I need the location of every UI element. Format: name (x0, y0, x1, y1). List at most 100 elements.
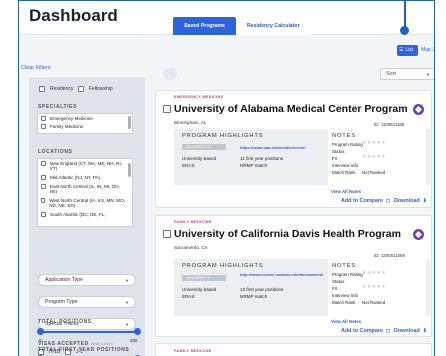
residency-checkbox[interactable] (39, 86, 45, 92)
listing-badge: UNIVERSITY LISTING (182, 275, 226, 286)
chevron-down-icon: ▼ (426, 72, 430, 77)
specialty-checkbox[interactable] (41, 124, 46, 130)
locations-heading: LOCATIONS (38, 149, 73, 155)
tab-bar: Saved Programs Residency Calculator (173, 17, 311, 35)
program-rating-label: Program Rating (332, 272, 363, 277)
program-type-label: Program Type (45, 299, 78, 305)
tab-saved-programs[interactable]: Saved Programs (173, 17, 236, 35)
university-based-text: University-based (182, 156, 217, 161)
specialty-label: Emergency Medicine (50, 116, 93, 121)
program-name[interactable]: University of California Davis Health Pr… (174, 228, 401, 240)
visas-help-link[interactable]: What is this? (91, 342, 113, 346)
app-frame: Dashboard Saved Programs Residency Calcu… (18, 0, 435, 356)
download-button[interactable]: Download ⬇ (394, 328, 427, 334)
location-checkbox[interactable] (41, 212, 46, 218)
program-list-area: ☰List Map☰ Sort▼ EMERGENCY MEDICINE Univ… (155, 35, 434, 356)
add-to-compare-button[interactable]: Add to Compare ◻ (341, 198, 390, 204)
specialty-item[interactable]: Emergency Medicine (41, 116, 93, 122)
map-label: Map (421, 47, 431, 53)
match-rank-value: Not Ranked (362, 300, 386, 305)
fit-label: Fit (332, 156, 337, 161)
program-website-link[interactable]: https://www.uab.edu/medicine/em/ (240, 145, 305, 150)
tab-residency-calculator[interactable]: Residency Calculator (235, 17, 311, 35)
page-title: Dashboard (29, 6, 118, 25)
add-to-compare-button[interactable]: Add to Compare ◻ (341, 328, 390, 334)
match-rank-label: Match Rank (332, 300, 356, 305)
view-all-notes-link[interactable]: View All Notes (331, 319, 361, 324)
filter-fellowship[interactable]: Fellowship (78, 86, 113, 92)
status-label: Status (332, 279, 345, 284)
map-icon: ☰ (433, 45, 434, 56)
program-city: Birmingham, AL (174, 120, 207, 125)
view-all-notes-link[interactable]: View All Notes (331, 189, 361, 194)
interview-info-label: Interview Info (332, 293, 359, 298)
program-website-link[interactable]: http://www.ucdmc.ucdavis.edu/famcomned/ (240, 272, 323, 278)
locations-scrollbar[interactable] (128, 163, 131, 177)
fit-stars[interactable]: ★★★★★ (362, 155, 386, 160)
first-year-positions-text: 11 first year positions (240, 156, 284, 161)
first-year-positions-heading: TOTAL FIRST YEAR POSITIONS (38, 347, 130, 353)
program-highlights: PROGRAM HIGHLIGHTS UNIVERSITY LISTING ht… (174, 129, 430, 185)
total-positions-heading: TOTAL POSITIONS (38, 319, 92, 325)
location-label: South Atlantic (DC, DE, FL, (50, 212, 106, 217)
specialties-scrollbar[interactable] (128, 116, 131, 129)
search-toggle[interactable] (163, 68, 177, 80)
notes-panel: NOTES Program Rating ★★★★★ Status Fit ★★… (328, 129, 426, 185)
filter-sidebar: Residency Fellowship SPECIALTIES Emergen… (29, 77, 145, 356)
total-positions-min-handle[interactable] (37, 328, 44, 335)
rating-stars[interactable]: ★★★★★ (362, 141, 386, 146)
sort-select[interactable]: Sort ▼ (380, 68, 434, 80)
location-checkbox[interactable] (41, 184, 46, 190)
specialty-label: Family Medicine (50, 124, 84, 129)
fit-stars[interactable]: ★★★★★ (362, 285, 386, 290)
match-rank-value: Not Ranked (362, 170, 386, 175)
program-select-checkbox[interactable] (163, 230, 171, 238)
list-icon: ☰ (399, 47, 404, 53)
callout-dot (400, 26, 409, 35)
specialty-checkbox[interactable] (41, 116, 46, 122)
location-item[interactable]: New England (CT, MA, ME, NH, RI, VT) (41, 161, 125, 172)
location-checkbox[interactable] (41, 198, 46, 204)
map-view-button[interactable]: Map☰ (421, 45, 434, 56)
favorite-icon[interactable] (413, 229, 424, 240)
filter-residency[interactable]: Residency (39, 86, 73, 92)
program-card: EMERGENCY MEDICINE University of Alabama… (155, 90, 432, 208)
location-item[interactable]: South Atlantic (DC, DE, FL, (41, 212, 125, 218)
application-type-select[interactable]: Application Type ▼ (38, 274, 136, 286)
program-id: ID: 1200511098 (374, 253, 405, 258)
program-type-select[interactable]: Program Type ▼ (38, 296, 136, 308)
nrmp-match-text: NRMP match (240, 163, 268, 168)
listing-badge: UNIVERSITY LISTING (182, 144, 226, 155)
location-item[interactable]: Mid Atlantic (NJ, NY, PA) (41, 175, 125, 181)
specialties-heading: SPECIALTIES (38, 104, 78, 110)
program-select-checkbox[interactable] (163, 105, 171, 113)
total-positions-slider[interactable] (40, 331, 137, 333)
location-checkbox[interactable] (41, 161, 46, 167)
rating-stars[interactable]: ★★★★★ (362, 271, 386, 276)
notes-title: NOTES (332, 263, 356, 269)
chevron-down-icon: ▼ (125, 322, 129, 327)
program-specialty: FAMILY MEDICINE (174, 220, 212, 224)
fit-label: Fit (332, 286, 337, 291)
eras-text: ERAS (182, 163, 195, 168)
location-label: West North Central (IA, KS, MN, MO, ND, … (49, 198, 125, 209)
location-item[interactable]: East North Central (IL, IN, MI, OH, WI) (41, 184, 125, 195)
interview-info-label: Interview Info (332, 163, 359, 168)
compare-icon: ◻ (385, 198, 391, 204)
fellowship-checkbox[interactable] (78, 86, 84, 92)
location-label: East North Central (IL, IN, MI, OH, WI) (49, 184, 120, 195)
favorite-icon[interactable] (413, 104, 424, 115)
download-button[interactable]: Download ⬇ (394, 198, 427, 204)
location-item[interactable]: West North Central (IA, KS, MN, MO, ND, … (41, 198, 125, 209)
location-checkbox[interactable] (41, 175, 46, 181)
sort-label: Sort (386, 71, 396, 77)
program-name[interactable]: University of Alabama Medical Center Pro… (174, 103, 408, 115)
locations-list: New England (CT, MA, ME, NH, RI, VT) Mid… (37, 158, 133, 227)
program-card: FAMILY MEDICINE University of California… (155, 215, 432, 337)
location-label: Mid Atlantic (NJ, NY, PA) (50, 175, 101, 180)
clear-filters-link[interactable]: Clear Filters (21, 65, 51, 71)
list-view-button[interactable]: ☰ List (397, 45, 418, 56)
specialty-item[interactable]: Family Medicine (41, 124, 84, 130)
total-positions-max-handle[interactable] (134, 328, 141, 335)
chevron-down-icon: ▼ (125, 300, 129, 305)
